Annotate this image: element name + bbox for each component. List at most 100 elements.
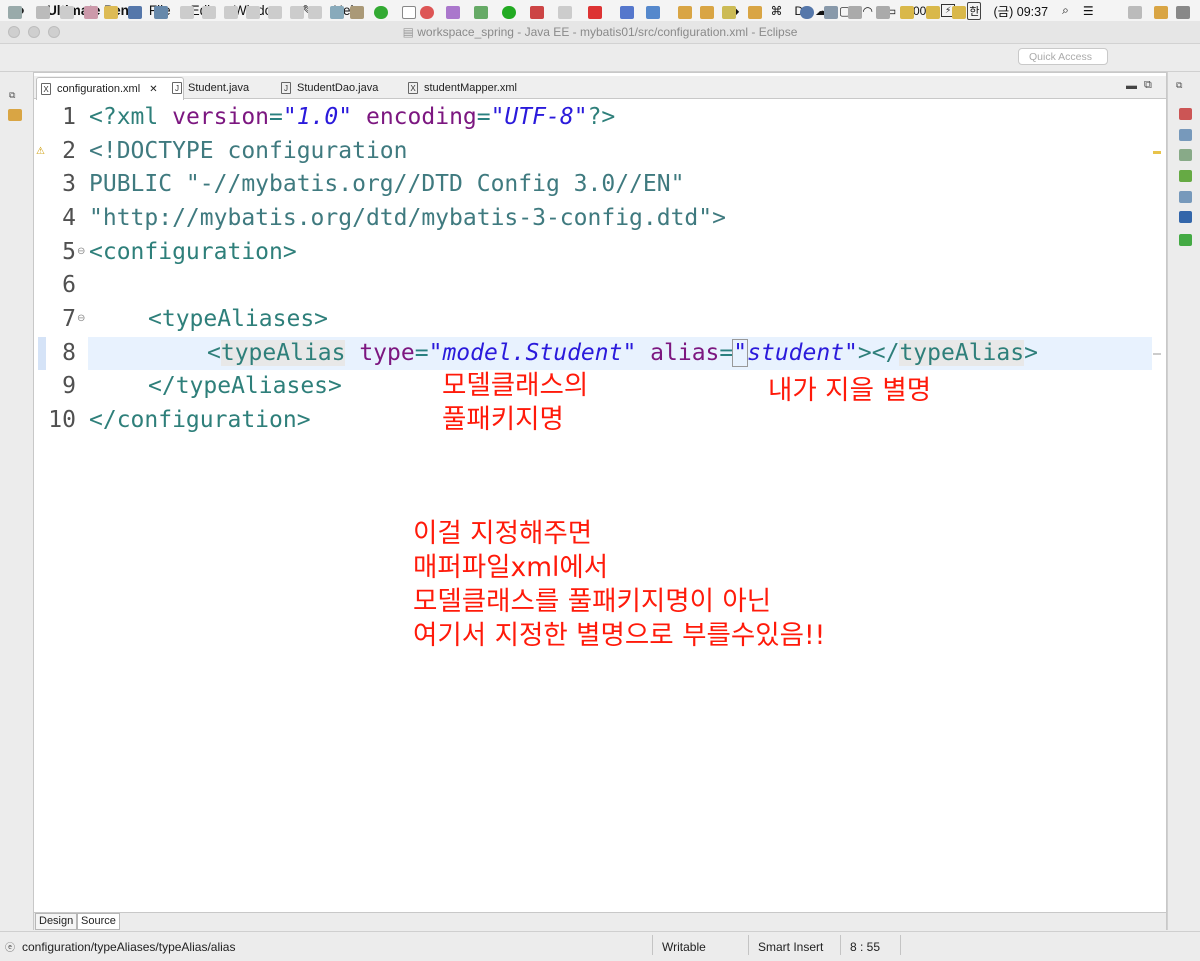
pi-open: <?xml [89, 104, 173, 130]
tab-configuration-xml[interactable]: X configuration.xml ✕ [36, 77, 184, 100]
open-perspective-icon[interactable] [1128, 6, 1142, 19]
pi-close: ?> [587, 104, 616, 130]
disconnect-icon[interactable] [246, 6, 260, 19]
stop-icon[interactable] [558, 6, 572, 19]
minimize-editor-icon[interactable]: ▬ [1126, 80, 1137, 92]
code-line-9[interactable]: </typeAliases> [148, 370, 342, 404]
annotation-icon[interactable] [446, 6, 460, 19]
close-window-button[interactable] [8, 26, 20, 38]
status-cursor-position: 8 : 55 [850, 940, 881, 954]
markers-icon[interactable] [1179, 149, 1192, 161]
editor-mode-tabs [34, 912, 1166, 930]
overview-line-marker[interactable] [1153, 353, 1161, 355]
debug-icon[interactable] [474, 6, 488, 19]
attr-value: "1.0" [282, 104, 353, 130]
open-type-icon[interactable] [84, 6, 98, 19]
code-line-4[interactable]: "http://mybatis.org/dtd/mybatis-3-config… [89, 202, 726, 236]
tab-studentmapper-xml[interactable]: X studentMapper.xml [404, 77, 517, 99]
git-perspective-icon[interactable] [1176, 6, 1190, 19]
tag-bracket: > [1024, 340, 1038, 366]
code-line-5[interactable]: <configuration> [89, 236, 297, 270]
attr-value: "UTF-8" [490, 104, 588, 130]
terminal-icon[interactable] [128, 6, 142, 19]
java-file-icon: J [172, 82, 182, 94]
suspend-icon[interactable] [202, 6, 216, 19]
command-icon[interactable]: ⌘ [770, 4, 782, 18]
restore-icon[interactable]: ⧉ [9, 90, 15, 101]
tab-student-java[interactable]: J Student.java [168, 77, 249, 99]
overview-warning-marker[interactable] [1153, 151, 1161, 154]
external-tools-icon[interactable] [530, 6, 544, 19]
tab-design[interactable]: Design [35, 913, 78, 930]
maximize-editor-icon[interactable]: ⧉ [1144, 79, 1152, 92]
back-icon[interactable] [926, 6, 940, 19]
status-divider [652, 935, 653, 955]
quick-access-input[interactable]: Quick Access [1018, 48, 1108, 65]
open-folder-icon[interactable] [678, 6, 692, 19]
input-method[interactable]: 한 [967, 1, 982, 20]
outline-icon[interactable] [1179, 108, 1192, 120]
tab-source[interactable]: Source [77, 913, 120, 930]
run-icon[interactable] [502, 6, 516, 19]
progress-icon[interactable] [1179, 234, 1192, 246]
last-edit-icon[interactable] [900, 6, 914, 19]
java-ee-perspective-icon[interactable] [1154, 6, 1168, 19]
code-line-8[interactable]: <typeAlias type="model.Student" alias="s… [207, 337, 1038, 371]
fold-toggle-icon[interactable]: ⊖ [77, 246, 85, 257]
wifi-icon[interactable]: ◠ [863, 4, 873, 18]
data-source-icon[interactable] [1179, 191, 1192, 203]
toggle-mark-icon[interactable] [402, 6, 416, 19]
save-all-icon[interactable] [60, 6, 74, 19]
tab-studentdao-java[interactable]: J StudentDao.java [277, 77, 378, 99]
search-folder-icon[interactable] [748, 6, 762, 19]
spotlight-icon[interactable]: ⌕ [1062, 3, 1069, 18]
save-icon[interactable] [36, 6, 50, 19]
browser-icon[interactable] [420, 6, 434, 19]
code-line-2[interactable]: <!DOCTYPE configuration [89, 135, 408, 169]
line-number: 2 [62, 138, 76, 164]
new-class-icon[interactable] [620, 6, 634, 19]
notification-center-icon[interactable]: ☰ [1083, 4, 1094, 18]
servers-icon[interactable] [1179, 170, 1192, 182]
terminate-icon[interactable] [224, 6, 238, 19]
next-annotation-icon[interactable] [848, 6, 862, 19]
clock[interactable]: (금) 09:37 [993, 1, 1048, 20]
code-line-1[interactable]: <?xml version="1.0" encoding="UTF-8"?> [89, 101, 615, 135]
status-writable: Writable [662, 940, 706, 954]
build-icon[interactable] [104, 6, 118, 19]
restore-icon[interactable]: ⧉ [1176, 80, 1182, 91]
resume-icon[interactable] [180, 6, 194, 19]
pin-icon[interactable] [154, 6, 168, 19]
wizard-icon[interactable] [350, 6, 364, 19]
step-return-icon[interactable] [308, 6, 322, 19]
project-explorer-icon[interactable] [8, 109, 22, 121]
code-line-3[interactable]: PUBLIC "-//mybatis.org//DTD Config 3.0//… [89, 168, 684, 202]
open-task-icon[interactable] [700, 6, 714, 19]
attr-name: alias [636, 340, 720, 366]
forward-icon[interactable] [952, 6, 966, 19]
minimize-window-button[interactable] [28, 26, 40, 38]
tag-name-highlight: typeAlias [899, 340, 1025, 366]
attr-name: version [172, 104, 270, 130]
code-line-10[interactable]: </configuration> [89, 404, 311, 438]
left-trim-stack [0, 72, 34, 930]
new-icon[interactable] [8, 6, 22, 19]
edit-icon[interactable] [824, 6, 838, 19]
prev-annotation-icon[interactable] [876, 6, 890, 19]
globe-icon[interactable] [800, 6, 814, 19]
step-over-icon[interactable] [290, 6, 304, 19]
brush-icon[interactable] [722, 6, 736, 19]
step-into-icon[interactable] [268, 6, 282, 19]
close-tab-icon[interactable]: ✕ [149, 84, 157, 95]
fold-toggle-icon[interactable]: ⊖ [77, 313, 85, 324]
task-list-icon[interactable] [1179, 129, 1192, 141]
console-icon[interactable] [1179, 211, 1192, 223]
new-package-icon[interactable] [646, 6, 660, 19]
code-line-7[interactable]: <typeAliases> [148, 303, 328, 337]
spring-icon[interactable] [374, 6, 388, 19]
deploy-icon[interactable] [588, 6, 602, 19]
status-divider [840, 935, 841, 955]
zoom-window-button[interactable] [48, 26, 60, 38]
tag-name-highlight: typeAlias [220, 340, 346, 366]
server-icon[interactable] [330, 6, 344, 19]
